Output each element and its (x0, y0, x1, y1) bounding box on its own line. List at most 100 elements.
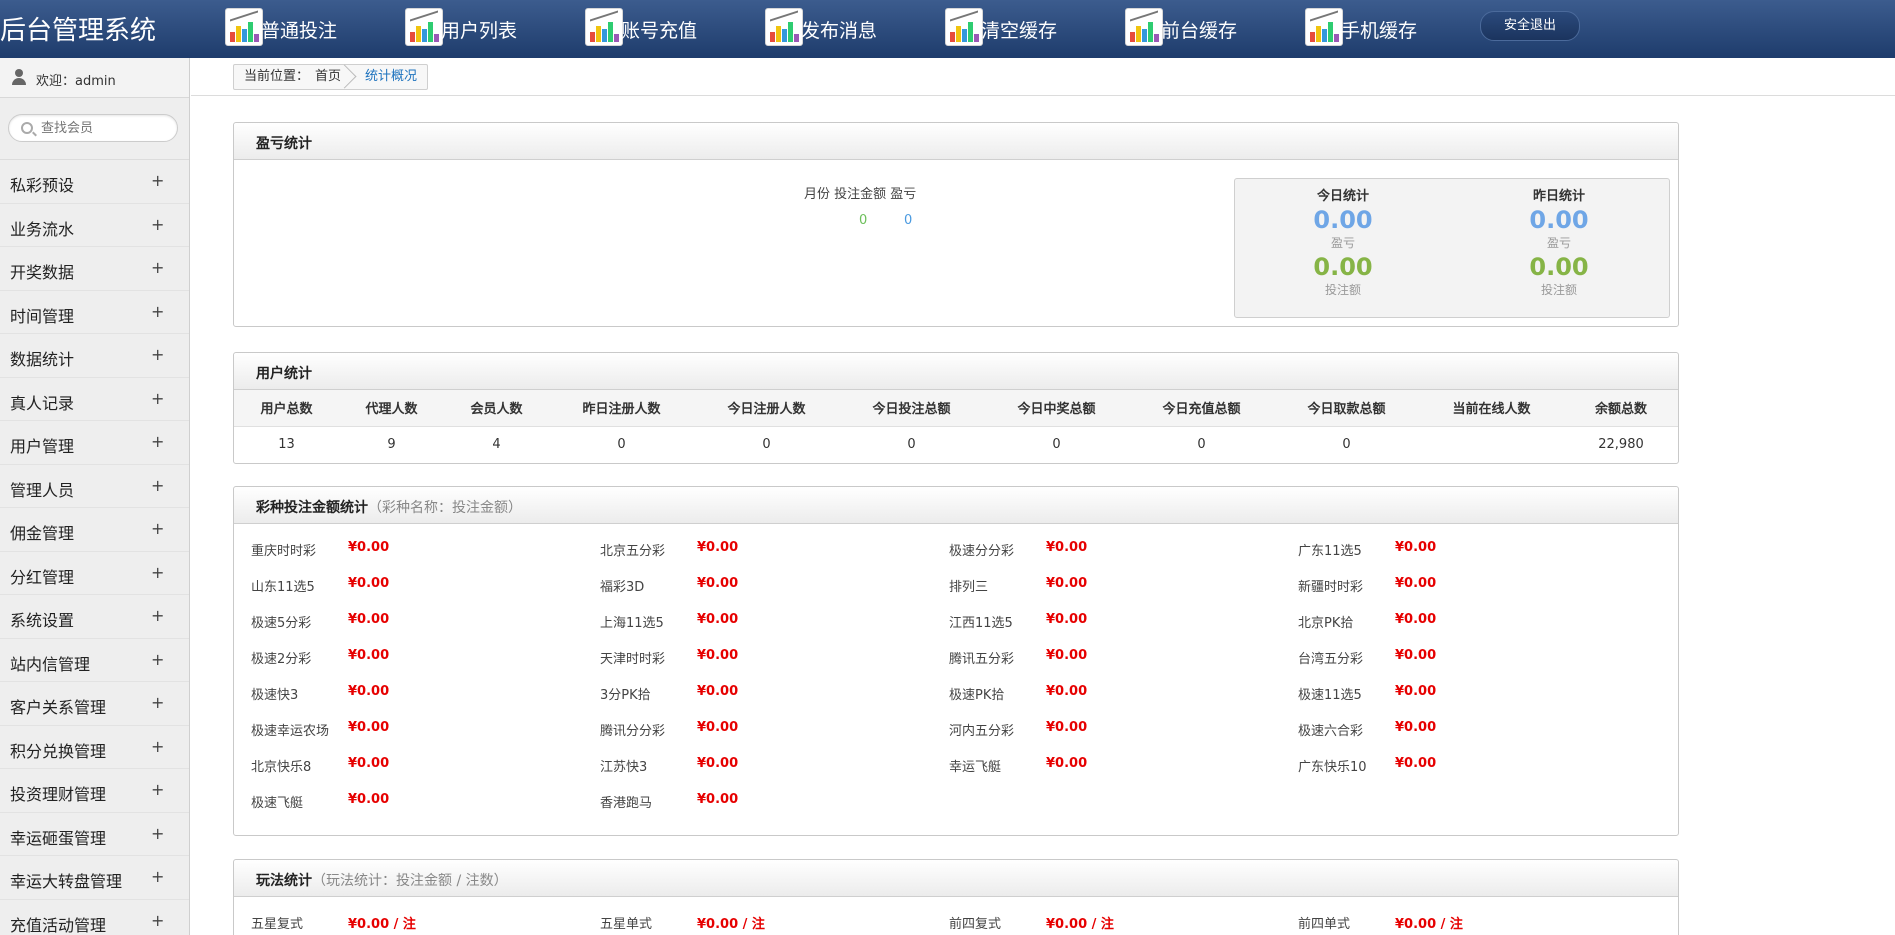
expand-plus-icon[interactable]: + (151, 824, 164, 843)
sidebar-menu-item[interactable]: 数据统计 + (0, 334, 189, 378)
sidebar-menu-item[interactable]: 私彩预设 + (0, 160, 189, 204)
expand-plus-icon[interactable]: + (151, 693, 164, 712)
expand-plus-icon[interactable]: + (151, 171, 164, 190)
sidebar-menu: 私彩预设 + 业务流水 + 开奖数据 + 时间管理 + 数据统计 + 真人记录 + 用户管理 + 管理人员 +… (0, 160, 189, 935)
stat-item: 极速飞艇 ¥0.00 (251, 782, 601, 818)
panel-title-text: 彩种投注金额统计 (256, 500, 368, 516)
expand-plus-icon[interactable]: + (151, 563, 164, 582)
expand-plus-icon[interactable]: + (151, 345, 164, 364)
column-header: 今日注册人数 (694, 390, 839, 427)
stat-item-value: ¥0.00 (1046, 612, 1088, 627)
sidebar-menu-item[interactable]: 真人记录 + (0, 378, 189, 421)
panel-subtitle: （彩种名称：投注金额） (368, 500, 522, 516)
expand-plus-icon[interactable]: + (151, 215, 164, 234)
sidebar-item-label: 业务流水 (10, 219, 75, 239)
sidebar-item-label: 开奖数据 (10, 263, 75, 282)
nav-item[interactable]: 普通投注 (225, 6, 395, 50)
nav-item[interactable]: 发布消息 (765, 6, 935, 50)
expand-plus-icon[interactable]: + (151, 737, 164, 756)
stat-item-name: 河内五分彩 (949, 724, 1015, 739)
stat-item: 福彩3D ¥0.00 (600, 566, 950, 602)
sidebar-menu-item[interactable]: 佣金管理 + (0, 508, 189, 552)
expand-plus-icon[interactable]: + (151, 780, 164, 799)
stat-item-value: ¥0.00 (697, 648, 739, 663)
stat-item-name: 上海11选5 (600, 616, 664, 631)
stat-item-value: ¥0.00 (1395, 684, 1437, 699)
sidebar-menu-item[interactable]: 投资理财管理 + (0, 769, 189, 813)
stat-item: 北京PK拾 ¥0.00 (1298, 602, 1648, 638)
sidebar-item-label: 幸运大转盘管理 (10, 872, 123, 891)
sidebar-menu-item[interactable]: 幸运大转盘管理 + (0, 856, 189, 900)
nav-item[interactable]: 账号充值 (585, 6, 755, 50)
stat-item-value: ¥0.00 (348, 648, 390, 663)
expand-plus-icon[interactable]: + (151, 389, 164, 408)
sidebar-menu-item[interactable]: 开奖数据 + (0, 247, 189, 291)
stat-item: 极速PK拾 ¥0.00 (949, 674, 1299, 710)
expand-plus-icon[interactable]: + (151, 519, 164, 538)
stat-item: 新疆时时彩 ¥0.00 (1298, 566, 1648, 602)
stat-item-value: ¥0.00 (348, 720, 390, 735)
user-stats-table: 用户总数 代理人数 会员人数 昨日注册人数 今日注册人数 今日投注总额 今日中奖总额 今日充值… (234, 390, 1678, 462)
stat-item: 极速5分彩 ¥0.00 (251, 602, 601, 638)
stat-item-name: 江西11选5 (949, 616, 1013, 631)
expand-plus-icon[interactable]: + (151, 476, 164, 495)
stat-item-value: ¥0.00 (348, 756, 390, 771)
yesterday-stats: 昨日统计 0.00 盈亏 0.00 投注额 (1459, 185, 1659, 298)
stat-item: 北京快乐8 ¥0.00 (251, 746, 601, 782)
sidebar-menu-item[interactable]: 业务流水 + (0, 204, 189, 247)
sidebar-menu-item[interactable]: 客户关系管理 + (0, 682, 189, 726)
sidebar-menu-item[interactable]: 用户管理 + (0, 421, 189, 465)
sidebar-menu-item[interactable]: 幸运砸蛋管理 + (0, 813, 189, 856)
stat-item: 香港跑马 ¥0.00 (600, 782, 950, 818)
stat-item-name: 极速11选5 (1298, 688, 1362, 703)
sidebar-menu-item[interactable]: 分红管理 + (0, 552, 189, 595)
stat-item: 极速六合彩 ¥0.00 (1298, 710, 1648, 746)
member-search (0, 98, 189, 160)
stat-item-value: ¥0.00 (697, 684, 739, 699)
stat-item: 极速11选5 ¥0.00 (1298, 674, 1648, 710)
sidebar-menu-item[interactable]: 时间管理 + (0, 291, 189, 334)
sidebar-menu-item[interactable]: 管理人员 + (0, 465, 189, 508)
chart-icon (1305, 8, 1343, 46)
column-header: 当前在线人数 (1419, 390, 1564, 427)
expand-plus-icon[interactable]: + (151, 302, 164, 321)
column-header: 今日中奖总额 (984, 390, 1129, 427)
nav-item-label: 前台缓存 (1161, 20, 1238, 42)
table-cell: 0 (907, 436, 916, 452)
stat-item-name: 广东11选5 (1298, 544, 1362, 559)
nav-item[interactable]: 手机缓存 (1305, 6, 1475, 50)
stat-item-value: ¥0.00 (348, 612, 390, 627)
expand-plus-icon[interactable]: + (151, 911, 164, 930)
sidebar-item-label: 管理人员 (10, 480, 75, 500)
search-input[interactable] (41, 119, 171, 137)
sidebar-menu-item[interactable]: 充值活动管理 + (0, 900, 189, 935)
expand-plus-icon[interactable]: + (151, 867, 164, 886)
welcome-bar: 欢迎：admin (0, 58, 189, 98)
sidebar-item-label: 站内信管理 (10, 654, 91, 674)
expand-plus-icon[interactable]: + (151, 258, 164, 277)
column-header: 昨日注册人数 (549, 390, 694, 427)
app-logo: 后台管理系统 (0, 16, 157, 46)
table-cell: 13 (278, 436, 295, 452)
logout-button[interactable]: 安全退出 (1480, 11, 1580, 41)
stat-item-name: 前四单式 (1298, 917, 1351, 932)
expand-plus-icon[interactable]: + (151, 432, 164, 451)
stat-item: 3分PK拾 ¥0.00 (600, 674, 950, 710)
breadcrumb-home[interactable]: 首页 (313, 65, 353, 89)
sidebar-menu-item[interactable]: 系统设置 + (0, 595, 189, 639)
nav-item[interactable]: 用户列表 (405, 6, 575, 50)
sidebar-menu-item[interactable]: 积分兑换管理 + (0, 726, 189, 769)
nav-item[interactable]: 前台缓存 (1125, 6, 1295, 50)
breadcrumb-prefix: 当前位置： (244, 69, 310, 84)
expand-plus-icon[interactable]: + (151, 650, 164, 669)
expand-plus-icon[interactable]: + (151, 606, 164, 625)
chart-icon (225, 8, 263, 46)
sidebar-menu-item[interactable]: 站内信管理 + (0, 639, 189, 682)
stat-item-name: 香港跑马 (600, 796, 653, 811)
sidebar-item-label: 幸运砸蛋管理 (10, 828, 107, 848)
table-header-row: 用户总数 代理人数 会员人数 昨日注册人数 今日注册人数 今日投注总额 今日中奖总额 今日充值… (234, 390, 1678, 427)
stat-item-name: 排列三 (949, 580, 989, 595)
sidebar-item-label: 佣金管理 (10, 524, 75, 543)
nav-item[interactable]: 清空缓存 (945, 6, 1115, 50)
breadcrumb-current: 统计概况 (365, 69, 418, 84)
